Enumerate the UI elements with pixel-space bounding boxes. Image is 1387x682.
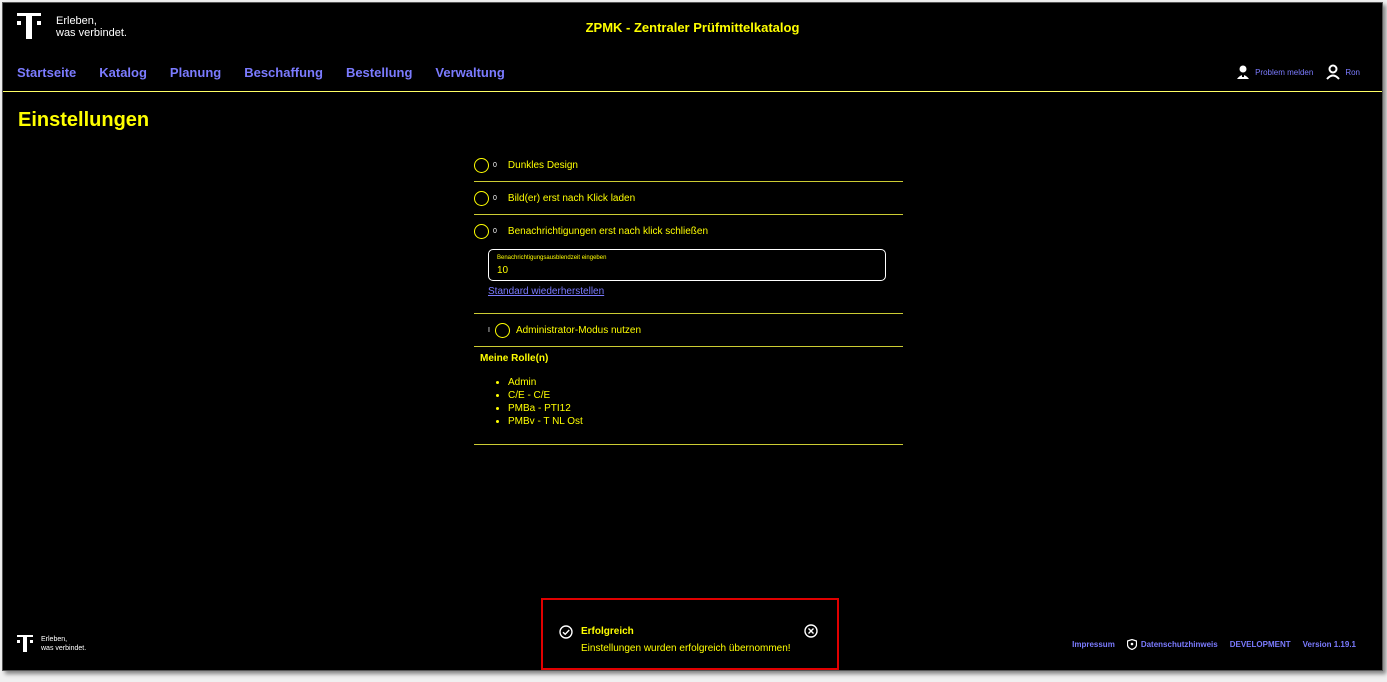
setting-notifications-on-click: 0 Benachrichtigungen erst nach klick sch… xyxy=(474,215,903,247)
nav-bestellung[interactable]: Bestellung xyxy=(346,65,412,80)
nav-startseite[interactable]: Startseite xyxy=(17,65,76,80)
setting-images-on-click: 0 Bild(er) erst nach Klick laden xyxy=(474,182,903,215)
close-circle-icon[interactable] xyxy=(804,624,818,638)
header-actions: Problem melden Ron xyxy=(1223,64,1360,80)
role-item: Admin xyxy=(508,376,903,389)
role-item: C/E - C/E xyxy=(508,389,903,402)
admin-mode-label: Administrator-Modus nutzen xyxy=(515,324,642,336)
setting-notifications-block: 0 Benachrichtigungen erst nach klick sch… xyxy=(474,215,903,314)
images-on-click-state: 0 xyxy=(493,194,497,202)
version-label: Version 1.19.1 xyxy=(1302,640,1356,649)
footer-telekom-t-icon xyxy=(17,635,33,652)
nav-katalog[interactable]: Katalog xyxy=(99,65,147,80)
footer-logo-line-1: Erleben, xyxy=(41,636,68,643)
environment-label: DEVELOPMENT xyxy=(1229,640,1291,649)
notifications-label: Benachrichtigungen erst nach klick schli… xyxy=(507,225,709,237)
footer-slogan: Erleben, was verbindet. xyxy=(41,635,86,653)
privacy-link[interactable]: Datenschutzhinweis xyxy=(1126,639,1218,650)
nav-planung[interactable]: Planung xyxy=(170,65,221,80)
timeout-field-label: Benachrichtigungsausblendzeit eingeben xyxy=(497,255,607,261)
user-icon xyxy=(1326,64,1341,80)
notifications-on-click-toggle[interactable] xyxy=(474,223,489,239)
timeout-field-value[interactable]: 10 xyxy=(497,265,508,276)
nav-beschaffung[interactable]: Beschaffung xyxy=(244,65,323,80)
notification-timeout-field[interactable]: Benachrichtigungsausblendzeit eingeben 1… xyxy=(488,249,886,281)
setting-admin-mode: I Administrator-Modus nutzen xyxy=(474,314,903,347)
roles-title: Meine Rolle(n) xyxy=(480,353,549,364)
main-nav: Startseite Katalog Planung Beschaffung B… xyxy=(17,65,528,80)
settings-panel: 0 Dunkles Design 0 Bild(er) erst nach Kl… xyxy=(474,149,903,445)
role-item: PMBa - PTI12 xyxy=(508,402,903,415)
header-divider xyxy=(3,91,1382,92)
privacy-label: Datenschutzhinweis xyxy=(1140,640,1218,649)
app-title: ZPMK - Zentraler Prüfmittelkatalog xyxy=(585,20,800,35)
user-name: Ron xyxy=(1345,67,1360,77)
setting-dark-design: 0 Dunkles Design xyxy=(474,149,903,182)
admin-mode-toggle[interactable] xyxy=(494,322,510,338)
report-problem-label: Problem melden xyxy=(1255,67,1314,77)
toast-message: Einstellungen wurden erfolgreich übernom… xyxy=(581,643,791,654)
footer-logo-line-2: was verbindet. xyxy=(41,645,87,652)
dark-design-toggle[interactable] xyxy=(474,157,489,173)
report-problem-button[interactable]: Problem melden xyxy=(1235,64,1313,80)
role-item: PMBv - T NL Ost xyxy=(508,415,903,428)
page-title: Einstellungen xyxy=(18,109,150,131)
success-toast: Erfolgreich Einstellungen wurden erfolgr… xyxy=(541,598,839,670)
impressum-link[interactable]: Impressum xyxy=(1072,640,1115,649)
nav-verwaltung[interactable]: Verwaltung xyxy=(435,65,504,80)
images-on-click-label: Bild(er) erst nach Klick laden xyxy=(507,192,636,204)
panel-divider xyxy=(474,444,903,445)
images-on-click-toggle[interactable] xyxy=(474,190,489,206)
user-menu-button[interactable]: Ron xyxy=(1325,64,1360,80)
toast-title: Erfolgreich xyxy=(581,626,634,637)
app-window: Erleben, was verbindet. ZPMK - Zentraler… xyxy=(2,2,1383,671)
shield-icon xyxy=(1126,639,1137,650)
dark-design-state: 0 xyxy=(493,161,497,169)
dark-design-label: Dunkles Design xyxy=(507,159,578,171)
roles-list: Admin C/E - C/E PMBa - PTI12 PMBv - T NL… xyxy=(508,376,903,428)
admin-mode-state: I xyxy=(488,326,490,334)
footer-links: Impressum Datenschutzhinweis DEVELOPMENT… xyxy=(1060,639,1356,650)
restore-default-link[interactable]: Standard wiederherstellen xyxy=(488,286,604,297)
report-problem-icon xyxy=(1237,65,1250,79)
footer-logo[interactable]: Erleben, was verbindet. xyxy=(17,635,86,653)
notifications-state: 0 xyxy=(493,227,497,235)
check-circle-icon xyxy=(559,625,573,639)
